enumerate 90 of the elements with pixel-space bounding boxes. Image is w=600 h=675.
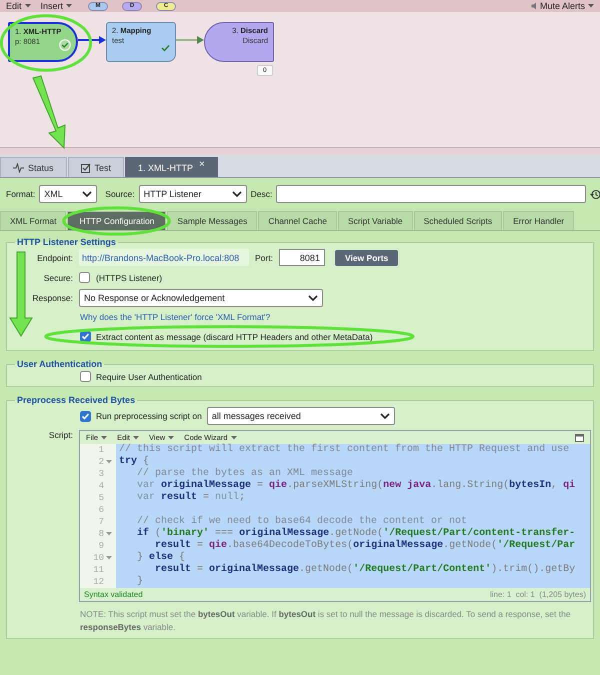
code-line: } else {	[136, 552, 186, 564]
field-label: Format:	[6, 189, 36, 199]
line-number: 10	[93, 553, 104, 563]
close-tab-button[interactable]: ×	[199, 159, 205, 170]
line-number: 4	[98, 481, 104, 491]
caret-icon	[588, 4, 594, 8]
caret-icon	[168, 436, 174, 440]
speaker-icon	[530, 2, 537, 10]
note-text: NOTE: This script must set the bytesOut variable. If bytesOut is set to null the message is discarded. To send a response, set the responseBytes variable.	[80, 608, 572, 634]
fold-icon[interactable]	[106, 556, 112, 560]
source-select[interactable]: HTTP Listener	[138, 185, 247, 203]
format-select[interactable]: XML	[39, 185, 98, 203]
line-number: 1	[98, 445, 104, 455]
code-line: // this script will extract the first content from the HTTP Request and use	[119, 444, 570, 456]
code-line: // check if we need to base64 decode the content or not	[136, 516, 468, 528]
field-label: Secure:	[44, 272, 73, 282]
fold-icon[interactable]	[106, 532, 112, 536]
caret-icon	[230, 436, 237, 440]
response-select[interactable]: No Response or Acknowledgement	[79, 289, 323, 307]
config-tab[interactable]: HTTP Configuration	[67, 211, 166, 230]
caret-icon	[66, 4, 72, 8]
chevron-icon	[380, 413, 390, 419]
cursor-position: line: 1 col: 1 (1,205 bytes)	[490, 590, 586, 599]
menu-item[interactable]: Edit	[6, 1, 31, 11]
code-area[interactable]	[80, 444, 590, 588]
section-title: Preprocess Received Bytes	[16, 395, 136, 405]
line-number: 8	[98, 529, 104, 539]
code-line: var originalMessage = qie.parseXMLString(new java.lang.String(bytesIn, qi	[136, 480, 576, 492]
line-number: 5	[98, 493, 104, 503]
config-tab[interactable]: Script Variable	[338, 211, 413, 230]
line-number: 7	[98, 517, 104, 527]
code-line: if ('binary' === originalMessage.getNode('/Request/Part/content-transfer-	[136, 528, 576, 540]
checkbox-icon	[80, 162, 91, 172]
help-link[interactable]: Why does the 'HTTP Listener' force 'XML Format'?	[80, 312, 270, 322]
chevron-icon	[308, 295, 318, 301]
caret-icon	[101, 436, 108, 440]
checkbox[interactable]	[80, 410, 91, 422]
code-line: }	[136, 576, 144, 588]
line-number: 3	[98, 469, 104, 479]
code-line: try {	[119, 456, 150, 468]
connector-arrow	[78, 34, 106, 46]
tab[interactable]: 1. XML-HTTP ×	[125, 157, 218, 177]
config-tab[interactable]: Scheduled Scripts	[414, 211, 502, 230]
fold-icon[interactable]	[106, 460, 112, 464]
checkbox-label: Require User Authentication	[96, 372, 202, 382]
section-title: HTTP Listener Settings	[16, 237, 117, 247]
view-ports-button[interactable]: View Ports	[334, 250, 398, 266]
caret-icon	[24, 4, 31, 8]
chevron-icon	[82, 191, 92, 197]
menu-item[interactable]: Insert	[40, 1, 72, 11]
line-number: 11	[93, 565, 104, 575]
pulse-icon	[13, 162, 24, 172]
config-tab[interactable]: Channel Cache	[258, 211, 337, 230]
code-line: var result = null;	[136, 492, 246, 504]
connector-arrow	[176, 34, 204, 46]
mute-alerts-menu[interactable]: Mute Alerts	[530, 1, 594, 11]
checkbox-label: Extract content as message (discard HTTP Headers and other MetaData)	[96, 332, 373, 342]
line-number: 9	[98, 541, 104, 551]
config-tab[interactable]: XML Format	[0, 211, 66, 230]
endpoint-field[interactable]: http://Brandons-MacBook-Pro.local:808	[79, 249, 249, 266]
history-icon[interactable]	[590, 188, 600, 200]
code-line: result = originalMessage.getNode('/Request/Part/Content').trim().getBy	[154, 564, 576, 576]
description-field[interactable]	[276, 185, 586, 203]
line-number: 12	[93, 577, 104, 587]
checkbox-label: Run preprocessing script on	[96, 411, 202, 421]
checkbox[interactable]	[80, 331, 91, 342]
code-line: // parse the bytes as an XML message	[136, 468, 354, 480]
field-label: Desc:	[250, 189, 272, 199]
field-label: Response:	[32, 293, 73, 303]
field-label: Endpoint:	[37, 252, 73, 262]
checkbox[interactable]	[79, 272, 90, 283]
caret-icon	[133, 436, 140, 440]
checkbox-label: (HTTPS Listener)	[96, 272, 162, 282]
tab[interactable]: Test	[68, 157, 124, 177]
field-label: Source:	[105, 189, 135, 199]
line-number: 2	[98, 457, 104, 467]
section-title: User Authentication	[16, 359, 104, 369]
config-tab[interactable]: Sample Messages	[167, 211, 258, 230]
tab[interactable]: Status	[0, 157, 67, 177]
field-label: Script:	[48, 430, 73, 440]
port-field[interactable]: 8081	[278, 249, 325, 266]
code-line: result = qie.base64DecodeToBytes(originalMessage.getNode('/Request/Par	[154, 540, 576, 552]
checkbox[interactable]	[80, 371, 91, 382]
chevron-icon	[232, 191, 242, 197]
field-label: Port:	[255, 252, 273, 262]
config-tab[interactable]: Error Handler	[503, 211, 574, 230]
line-number: 6	[98, 505, 104, 515]
maximize-icon[interactable]	[575, 434, 584, 442]
run-on-select[interactable]: all messages received	[206, 407, 395, 425]
status-text: Syntax validated	[84, 590, 143, 599]
